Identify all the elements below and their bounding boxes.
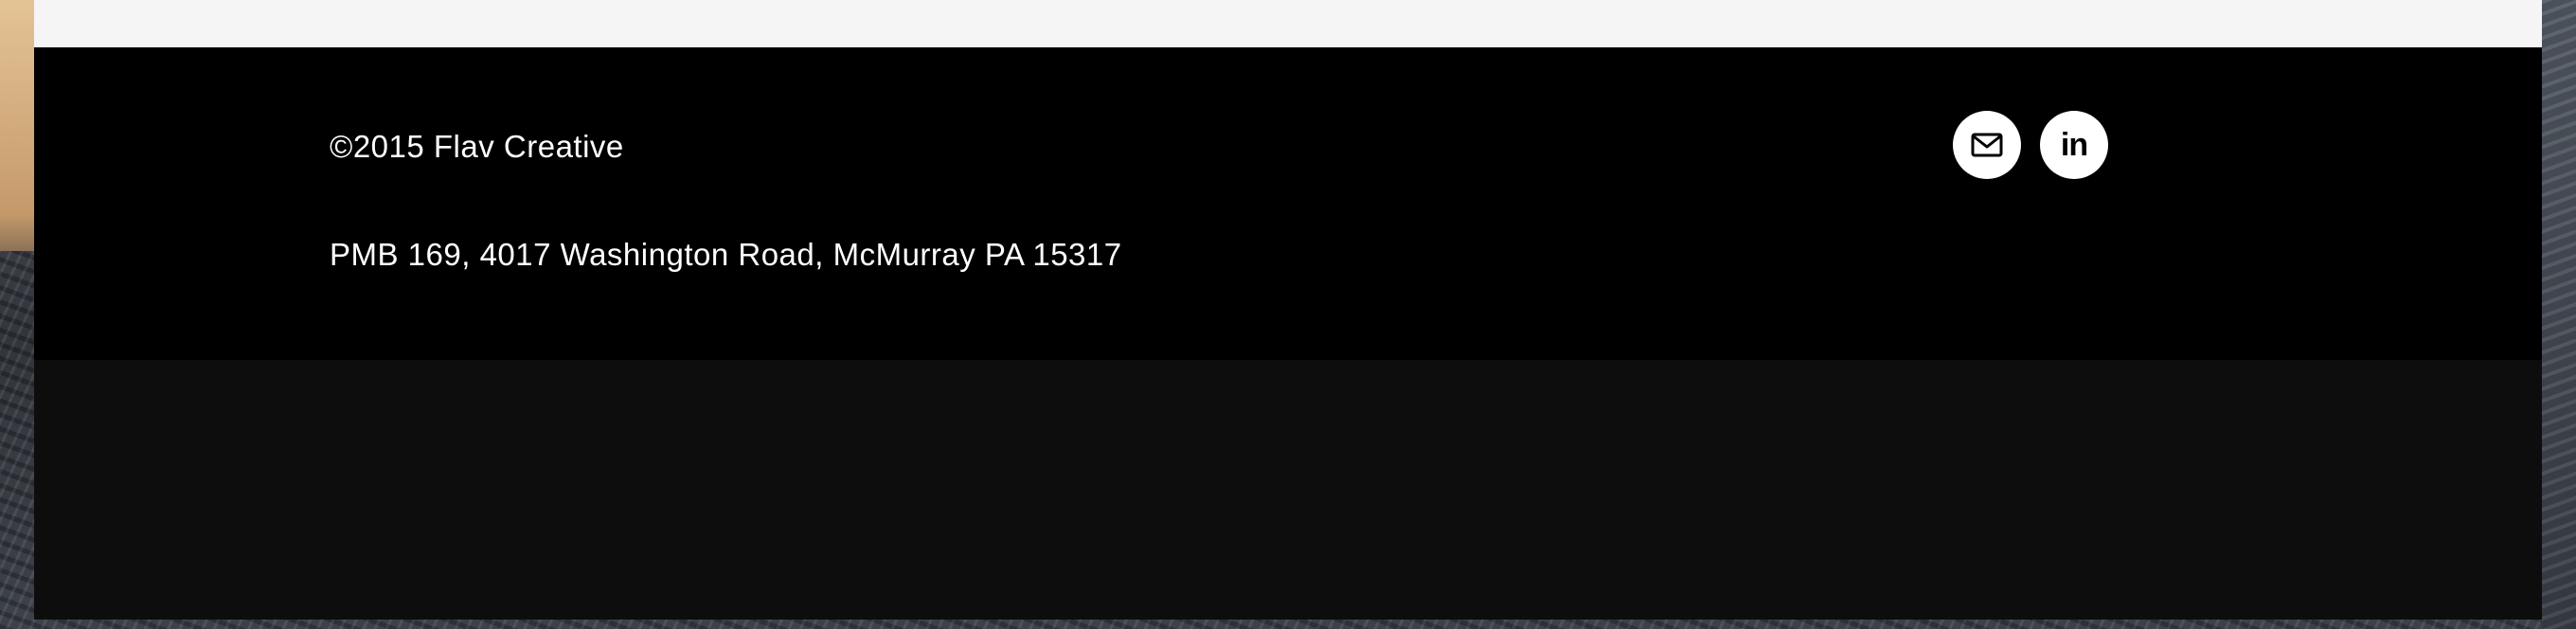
address-text: PMB 169, 4017 Washington Road, McMurray … — [330, 237, 1122, 272]
content-section-bottom-edge — [34, 0, 2542, 47]
linkedin-icon: in — [2060, 127, 2088, 163]
desktop-wallpaper-edge — [0, 0, 34, 251]
email-button[interactable] — [1953, 111, 2021, 179]
desktop-wallpaper-right — [2542, 0, 2576, 629]
linkedin-button[interactable]: in — [2040, 111, 2108, 179]
email-icon — [1971, 133, 2003, 157]
site-footer — [34, 47, 2542, 360]
copyright-text: ©2015 Flav Creative — [330, 129, 624, 164]
browser-page: ©2015 Flav Creative PMB 169, 4017 Washin… — [34, 0, 2542, 620]
footer-lower-band — [34, 360, 2542, 620]
